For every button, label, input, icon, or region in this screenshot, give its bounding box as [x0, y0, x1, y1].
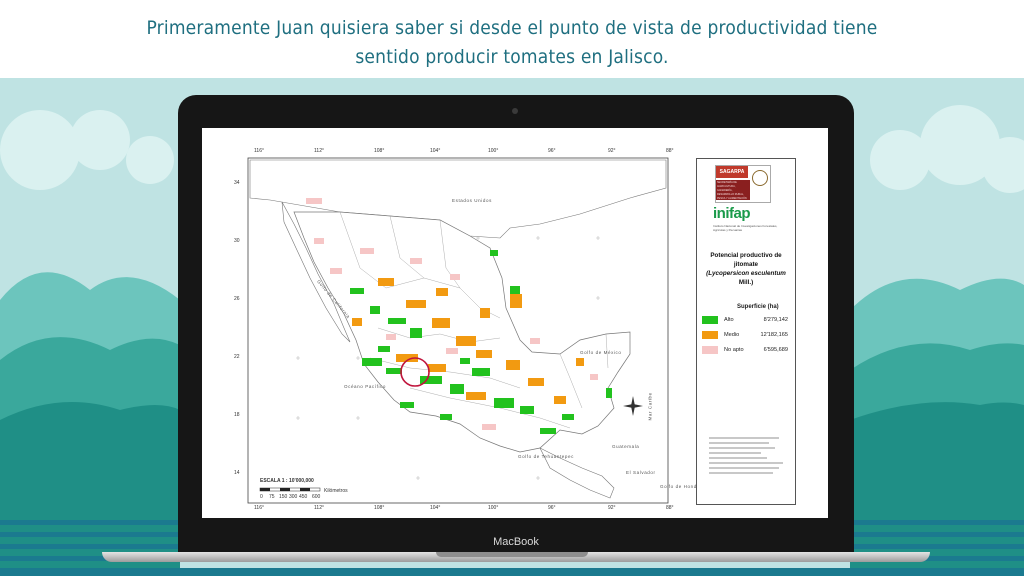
lon-tick: 112°: [314, 148, 324, 154]
legend-value: 8'279,142: [763, 317, 788, 323]
lon-tick-bottom: 100°: [488, 505, 499, 511]
map-title: Potencial productivo de jitomate (Lycope…: [701, 251, 791, 287]
header-banner: Primeramente Juan quisiera saber si desd…: [0, 0, 1024, 78]
lon-tick: 100°: [488, 148, 499, 154]
label-usa: Estados Unidos: [452, 198, 492, 203]
legend-label: No apto: [724, 347, 744, 353]
scale-unit: Kilómetros: [324, 488, 348, 494]
label-guatemala: Guatemala: [612, 444, 640, 449]
map-title-line: (Lycopersicon esculentum: [706, 270, 786, 277]
map-title-line: jitomate: [733, 261, 759, 268]
lat-tick: 34: [234, 180, 240, 186]
label-gulf-tehuantepec: Golfo de Tehuantepec: [518, 454, 574, 459]
lon-tick: 92°: [608, 148, 616, 154]
lat-tick: 14: [234, 470, 240, 476]
label-gulf-mexico: Golfo de México: [580, 350, 622, 355]
scale-tick: 450: [299, 494, 308, 500]
laptop-brand-label: MacBook: [493, 536, 539, 548]
lat-tick: 18: [234, 412, 240, 418]
legend-item: Alto 8'279,142: [702, 316, 792, 326]
lon-tick-bottom: 88°: [666, 505, 674, 511]
inifap-logo: inifap: [713, 205, 751, 222]
lon-tick: 108°: [374, 148, 385, 154]
lon-tick-bottom: 104°: [430, 505, 441, 511]
lon-tick: 116°: [254, 148, 264, 154]
lon-tick-bottom: 116°: [254, 505, 264, 511]
legend-label: Medio: [724, 332, 740, 338]
legend-swatch: [702, 316, 718, 324]
legend-item: No apto 6'595,689: [702, 346, 792, 356]
inifap-subtitle: Instituto Nacional de Investigaciones Fo…: [713, 224, 778, 232]
legend-label: Alto: [724, 317, 734, 323]
scale-tick: 300: [289, 494, 298, 500]
superficie-header: Superficie (ha): [737, 304, 779, 310]
legend-value: 6'595,689: [763, 347, 788, 353]
mexico-seal-icon: [752, 170, 768, 186]
map-title-line: Mill.): [738, 279, 754, 286]
mexico-map: [247, 157, 669, 504]
legend-swatch: [702, 331, 718, 339]
legend-swatch: [702, 346, 718, 354]
lat-tick: 22: [234, 354, 240, 360]
scale-tick: 0: [260, 494, 263, 500]
lon-tick-bottom: 112°: [314, 505, 324, 511]
label-el-salvador: El Salvador: [626, 470, 656, 475]
sagarpa-label: SAGARPA: [716, 166, 748, 178]
hills-left: [0, 272, 180, 576]
camera-icon: [512, 108, 518, 114]
lat-tick: 30: [234, 238, 240, 244]
legend-panel: SAGARPA SECRETARÍA DE AGRICULTURA, GANAD…: [696, 158, 796, 505]
notes-block: [709, 437, 789, 477]
lon-tick: 96°: [548, 148, 556, 154]
laptop-base-notch: [436, 552, 588, 557]
laptop-frame: 116° 112° 108° 104° 100° 96° 92° 88° 116…: [178, 95, 854, 555]
label-pacific: Océano Pacífico: [344, 384, 387, 389]
scale-tick: 600: [312, 494, 321, 500]
scale-bar: [259, 487, 321, 492]
compass-rose-icon: [623, 396, 643, 416]
scale-label: ESCALA 1 : 10'000,000: [260, 478, 314, 484]
label-caribbean: Mar Caribe: [647, 392, 653, 421]
legend-item: Medio 12'182,165: [702, 331, 792, 341]
lon-tick-bottom: 108°: [374, 505, 385, 511]
lon-tick-bottom: 96°: [548, 505, 556, 511]
hills-right: [850, 278, 1024, 576]
legend-value: 12'182,165: [760, 332, 788, 338]
lon-tick: 104°: [430, 148, 441, 154]
header-text: Primeramente Juan quisiera saber si desd…: [146, 17, 878, 68]
map-title-line: Potencial productivo de: [710, 252, 782, 259]
lon-tick-bottom: 92°: [608, 505, 616, 511]
sagarpa-subtitle: SECRETARÍA DE AGRICULTURA, GANADERÍA, DE…: [716, 180, 750, 200]
sagarpa-logo: SAGARPA SECRETARÍA DE AGRICULTURA, GANAD…: [715, 165, 771, 203]
lon-tick: 88°: [666, 148, 674, 154]
scale-tick: 75: [269, 494, 275, 500]
scale-tick: 150: [279, 494, 288, 500]
lat-tick: 26: [234, 296, 240, 302]
laptop-screen: 116° 112° 108° 104° 100° 96° 92° 88° 116…: [202, 128, 828, 518]
